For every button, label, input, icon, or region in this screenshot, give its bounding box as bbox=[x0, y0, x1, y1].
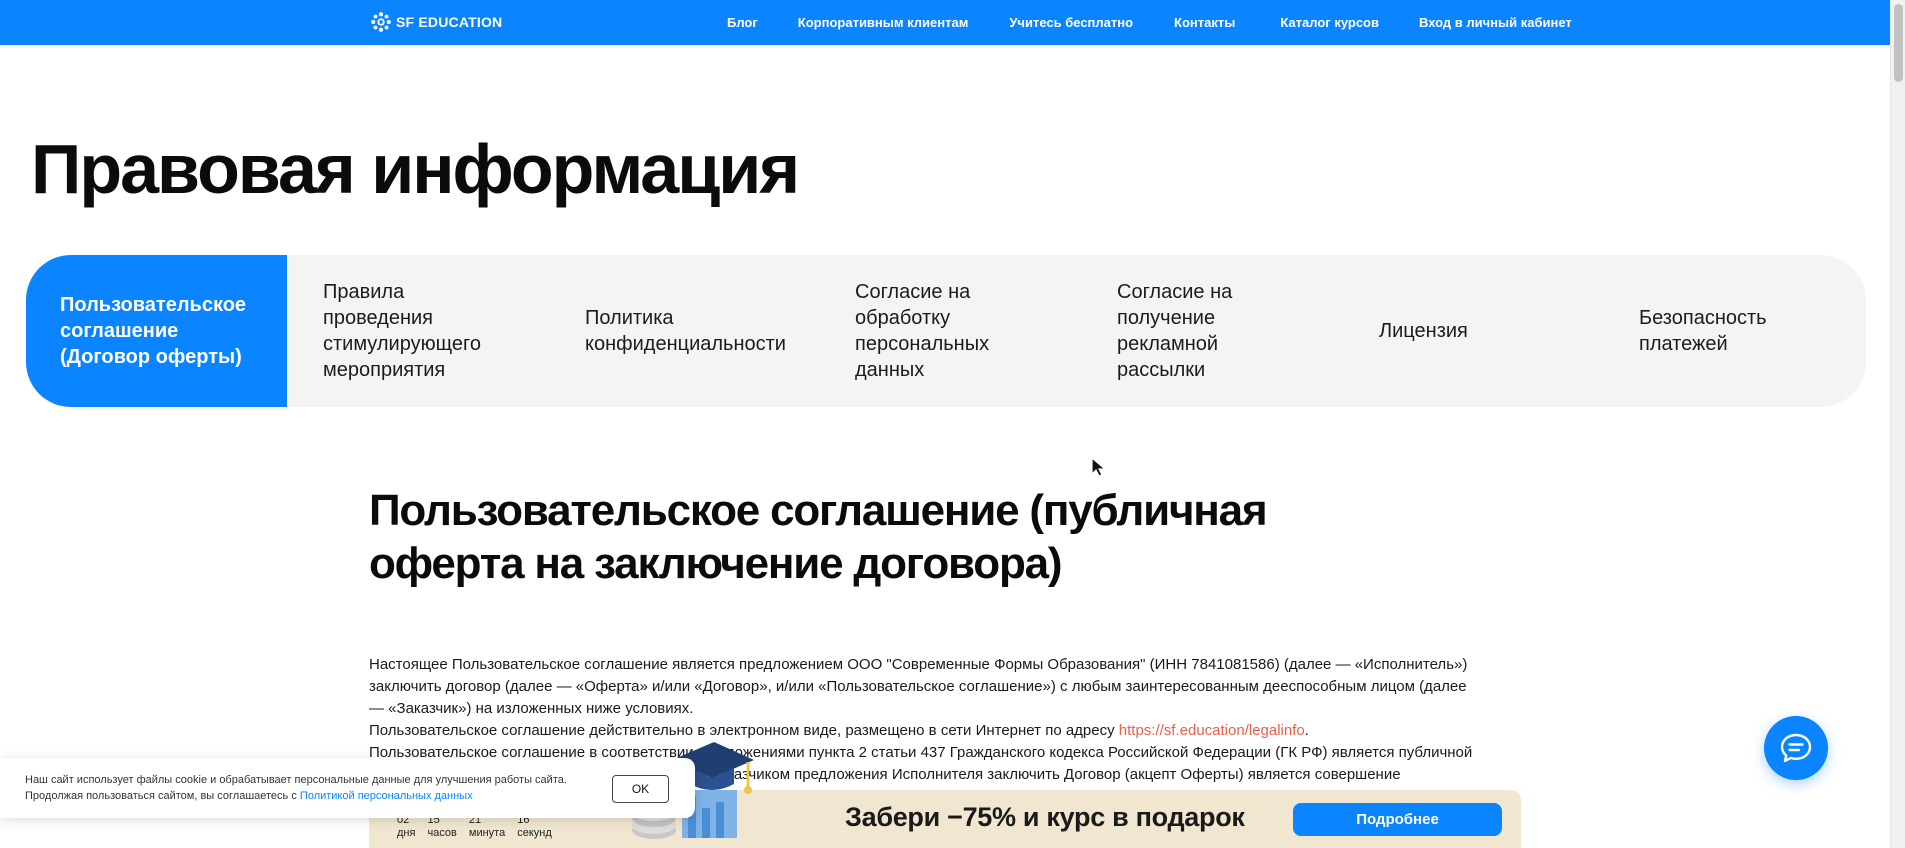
nav-link-login[interactable]: Вход в личный кабинет bbox=[1419, 15, 1572, 30]
tab-label: Лицензия bbox=[1379, 320, 1468, 342]
tab-payment-security[interactable]: Безопасность платежей bbox=[1639, 255, 1809, 407]
main-nav: Блог Корпоративным клиентам Учитесь бесп… bbox=[727, 15, 1572, 30]
nav-link-contacts[interactable]: Контакты bbox=[1174, 15, 1235, 30]
countdown-unit: дня bbox=[397, 827, 416, 839]
countdown-unit: минута bbox=[468, 827, 506, 839]
article-paragraph: Настоящее Пользовательское соглашение яв… bbox=[369, 656, 1468, 717]
legal-tabs: Пользовательское соглашение (Договор офе… bbox=[26, 255, 1866, 407]
tab-privacy-policy[interactable]: Политика конфиденциальности bbox=[585, 255, 800, 407]
tab-promo-rules[interactable]: Правила проведения стимулирующего меропр… bbox=[323, 255, 513, 407]
tab-license[interactable]: Лицензия bbox=[1379, 255, 1539, 407]
privacy-policy-link[interactable]: Политикой персональных данных bbox=[300, 790, 473, 802]
tab-user-agreement[interactable]: Пользовательское соглашение (Договор офе… bbox=[26, 255, 287, 407]
promo-headline: Забери −75% и курс в подарок bbox=[845, 802, 1245, 832]
legalinfo-link[interactable]: https://sf.education/legalinfo bbox=[1119, 722, 1305, 739]
cookie-notice: Наш сайт использует файлы cookie и обраб… bbox=[25, 772, 605, 804]
cookie-ok-button[interactable]: OK bbox=[612, 775, 669, 803]
sf-logo-icon bbox=[371, 12, 391, 32]
page-title: Правовая информация bbox=[31, 130, 800, 208]
logo-link[interactable]: SF EDUCATION bbox=[370, 11, 502, 33]
scrollbar-thumb[interactable] bbox=[1894, 4, 1903, 82]
tab-personal-data-consent[interactable]: Согласие на обработку персональных данны… bbox=[855, 255, 1015, 407]
chat-button[interactable] bbox=[1764, 716, 1828, 780]
nav-link-free-learning[interactable]: Учитесь бесплатно bbox=[1009, 15, 1133, 30]
nav-link-corporate[interactable]: Корпоративным клиентам bbox=[798, 15, 969, 30]
nav-link-blog[interactable]: Блог bbox=[727, 15, 758, 30]
mouse-pointer-icon bbox=[1091, 456, 1107, 477]
promo-details-button[interactable]: Подробнее bbox=[1293, 803, 1502, 836]
tab-label: Политика конфиденциальности bbox=[585, 307, 786, 355]
paragraph-text-end: . bbox=[1304, 722, 1309, 739]
tab-label: Безопасность платежей bbox=[1639, 307, 1767, 355]
nav-link-catalog[interactable]: Каталог курсов bbox=[1280, 15, 1379, 30]
countdown-unit: часов bbox=[427, 827, 457, 839]
logo-text: SF EDUCATION bbox=[396, 14, 503, 30]
tab-label: Согласие на обработку персональных данны… bbox=[855, 281, 990, 381]
cookie-text: Наш сайт использует файлы cookie и обраб… bbox=[25, 774, 567, 802]
tab-label: Согласие на получение рекламной рассылки bbox=[1117, 281, 1233, 381]
top-navigation-bar: SF EDUCATION Блог Корпоративным клиентам… bbox=[0, 0, 1890, 45]
chat-bubble-icon bbox=[1780, 733, 1812, 763]
tab-advertising-consent[interactable]: Согласие на получение рекламной рассылки bbox=[1117, 255, 1257, 407]
cookie-banner: Наш сайт использует файлы cookie и обраб… bbox=[0, 758, 695, 818]
countdown-unit: секунд bbox=[517, 827, 552, 839]
article-title: Пользовательское соглашение (публичная о… bbox=[369, 486, 1268, 588]
tab-label: Пользовательское соглашение (Договор офе… bbox=[60, 294, 247, 368]
article-paragraph-address: Пользовательское соглашение действительн… bbox=[369, 720, 1479, 742]
tab-label: Правила проведения стимулирующего меропр… bbox=[323, 281, 481, 381]
page-scrollbar[interactable] bbox=[1890, 0, 1905, 848]
